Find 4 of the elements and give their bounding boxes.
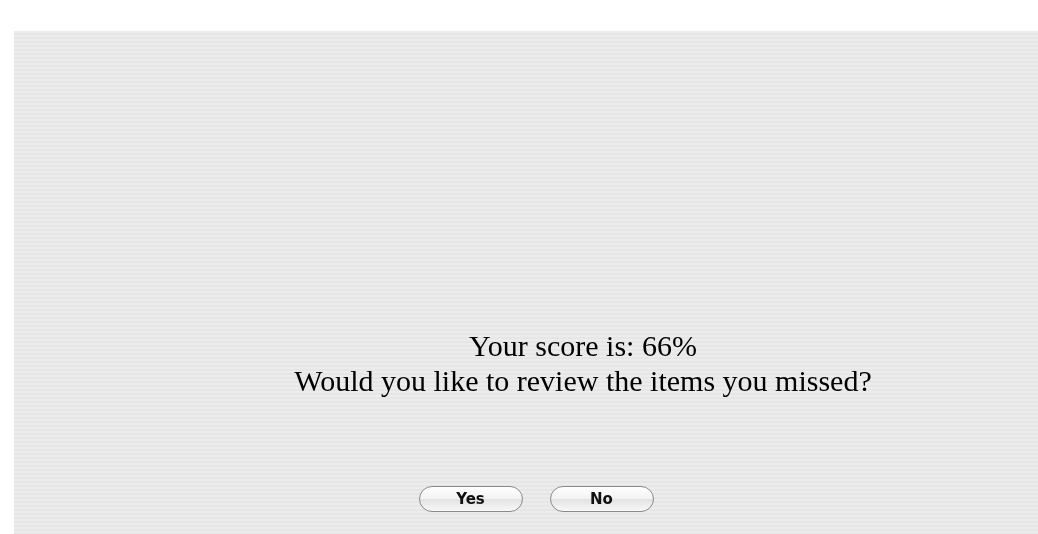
answer-button[interactable]: No	[549, 486, 654, 512]
answer-button[interactable]: Yes	[418, 486, 523, 512]
review-question: Would you like to review the items you missed?	[294, 363, 872, 398]
score-text: Your score is: 66%	[469, 328, 697, 363]
